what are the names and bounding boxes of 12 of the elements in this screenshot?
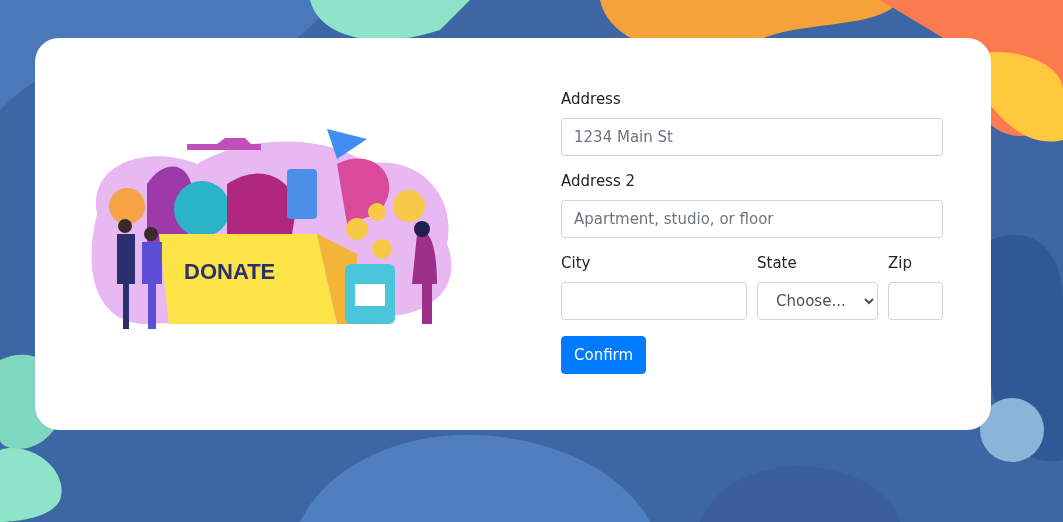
field-label: Zip	[888, 253, 913, 274]
input-field[interactable]	[561, 282, 747, 320]
state-select[interactable]: Choose...	[757, 282, 878, 320]
input-field[interactable]: 1234 Main St	[561, 118, 943, 156]
input-field[interactable]: Apartment, studio, or floor	[561, 200, 943, 238]
field-label: City	[561, 253, 592, 274]
confirm-button[interactable]: Confirm	[561, 336, 647, 374]
field-label: Address	[561, 89, 622, 110]
field-label: State	[757, 253, 798, 274]
input-field[interactable]	[888, 282, 943, 320]
donate-label: DONATE	[184, 259, 276, 284]
field-label: Address 2	[561, 171, 637, 192]
